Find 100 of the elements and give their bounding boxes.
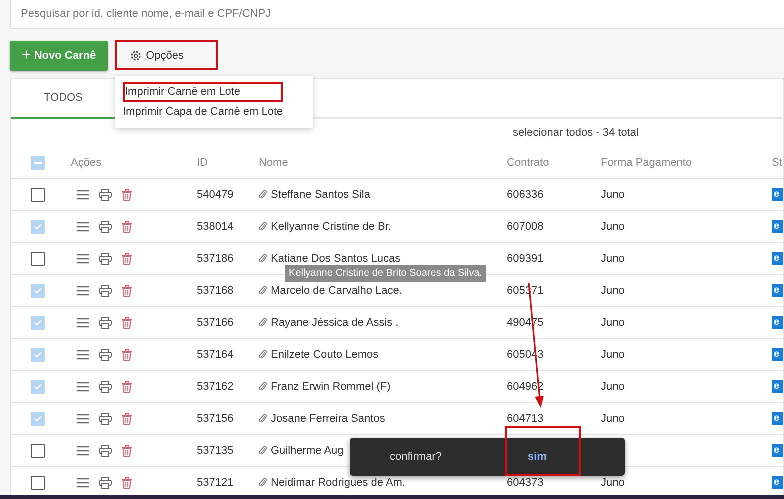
table-cell[interactable]: Enilzete Couto Lemos <box>271 348 379 360</box>
status-badge: e <box>772 476 783 489</box>
menu-icon[interactable] <box>77 446 89 456</box>
status-badge: e <box>772 188 783 201</box>
column-header: Contrato <box>507 156 550 168</box>
menu-icon[interactable] <box>77 382 89 392</box>
table-cell[interactable]: Neidimar Rodrigues de Am. <box>271 476 406 488</box>
trash-icon[interactable] <box>122 444 132 456</box>
table-cell: 538014 <box>197 220 234 232</box>
table-cell[interactable]: Steffane Santos Sila <box>271 188 370 200</box>
print-icon[interactable] <box>99 444 112 456</box>
menu-icon[interactable] <box>77 190 89 200</box>
print-icon[interactable] <box>99 252 112 264</box>
column-header: Forma Pagamento <box>601 156 692 168</box>
status-badge: e <box>772 444 783 457</box>
trash-icon[interactable] <box>122 380 132 392</box>
table-cell: 537162 <box>197 380 234 392</box>
snackbar-message: confirmar? <box>390 451 442 463</box>
print-icon[interactable] <box>99 380 112 392</box>
table-cell: Juno <box>601 412 625 424</box>
table-cell: Juno <box>601 348 625 360</box>
table-cell: 606336 <box>507 188 544 200</box>
menu-item[interactable]: Imprimir Capa de Carnê em Lote <box>115 102 313 122</box>
row-checkbox[interactable] <box>31 476 45 490</box>
trash-icon[interactable] <box>122 316 132 328</box>
select-all-link[interactable]: selecionar todos - 34 total <box>513 127 639 139</box>
table-cell: 537156 <box>197 412 234 424</box>
check-icon <box>33 414 43 424</box>
table-cell: 537164 <box>197 348 234 360</box>
print-icon[interactable] <box>99 284 112 296</box>
table-cell[interactable]: Kellyanne Cristine de Br. <box>271 220 392 232</box>
menu-icon[interactable] <box>77 414 89 424</box>
table-cell[interactable]: Rayane Jéssica de Assis . <box>271 316 399 328</box>
trash-icon[interactable] <box>122 348 132 360</box>
menu-item[interactable]: Imprimir Carnê em Lote <box>123 82 283 102</box>
check-icon <box>33 382 43 392</box>
status-badge: e <box>772 412 783 425</box>
print-icon[interactable] <box>99 188 112 200</box>
tooltip: Kellyanne Cristine de Brito Soares da Silva. <box>285 265 486 282</box>
row-checkbox[interactable] <box>31 188 45 202</box>
column-header: Nome <box>259 156 288 168</box>
table-cell: Juno <box>601 188 625 200</box>
table-cell: 537186 <box>197 252 234 264</box>
print-icon[interactable] <box>99 476 112 488</box>
table-cell[interactable]: Guilherme Aug <box>271 444 344 456</box>
trash-icon[interactable] <box>122 252 132 264</box>
settings-icon <box>130 50 142 62</box>
trash-icon[interactable] <box>122 188 132 200</box>
menu-icon[interactable] <box>77 318 89 328</box>
table-cell: 609391 <box>507 252 544 264</box>
table-cell[interactable]: Marcelo de Carvalho Lace. <box>271 284 402 296</box>
menu-icon[interactable] <box>77 478 89 488</box>
paperclip-icon <box>259 190 267 200</box>
table-cell: Juno <box>601 252 625 264</box>
table-cell[interactable]: Katiane Dos Santos Lucas <box>271 252 401 264</box>
paperclip-icon <box>259 222 267 232</box>
paperclip-icon <box>259 318 267 328</box>
trash-icon[interactable] <box>122 284 132 296</box>
table-cell: 604373 <box>507 476 544 488</box>
table-cell[interactable]: Josane Ferreira Santos <box>271 412 386 424</box>
table-cell: Juno <box>601 380 625 392</box>
check-icon <box>33 350 43 360</box>
check-icon <box>33 222 43 232</box>
paperclip-icon <box>259 414 267 424</box>
status-badge: e <box>772 316 783 329</box>
row-checkbox[interactable] <box>31 252 45 266</box>
paperclip-icon <box>259 350 267 360</box>
column-header: ID <box>197 156 208 168</box>
status-badge: e <box>772 220 783 233</box>
table-cell: 537121 <box>197 476 234 488</box>
options-button[interactable]: Opções <box>120 41 194 71</box>
menu-icon[interactable] <box>77 254 89 264</box>
table-cell: 604713 <box>507 412 544 424</box>
table-cell: Juno <box>601 284 625 296</box>
confirm-button[interactable]: sim <box>522 450 553 464</box>
row-checkbox[interactable] <box>31 444 45 458</box>
status-badge: e <box>772 252 783 265</box>
menu-icon[interactable] <box>77 286 89 296</box>
menu-icon[interactable] <box>77 350 89 360</box>
search-field[interactable]: Pesquisar por id, cliente nome, e-mail e CPF/CNPJ <box>10 0 784 29</box>
table-cell: 537166 <box>197 316 234 328</box>
print-icon[interactable] <box>99 316 112 328</box>
trash-icon[interactable] <box>122 476 132 488</box>
status-badge: e <box>772 348 783 361</box>
column-header: St <box>772 156 782 168</box>
print-icon[interactable] <box>99 412 112 424</box>
table-cell[interactable]: Franz Erwin Rommel (F) <box>271 380 391 392</box>
trash-icon[interactable] <box>122 412 132 424</box>
trash-icon[interactable] <box>122 220 132 232</box>
status-badge: e <box>772 380 783 393</box>
print-icon[interactable] <box>99 220 112 232</box>
menu-icon[interactable] <box>77 222 89 232</box>
header-checkbox[interactable] <box>31 156 45 170</box>
paperclip-icon <box>259 446 267 456</box>
table-cell: Juno <box>601 316 625 328</box>
check-icon <box>33 286 43 296</box>
table-cell: 607008 <box>507 220 544 232</box>
column-header: Ações <box>71 156 102 168</box>
check-icon <box>33 318 43 328</box>
print-icon[interactable] <box>99 348 112 360</box>
